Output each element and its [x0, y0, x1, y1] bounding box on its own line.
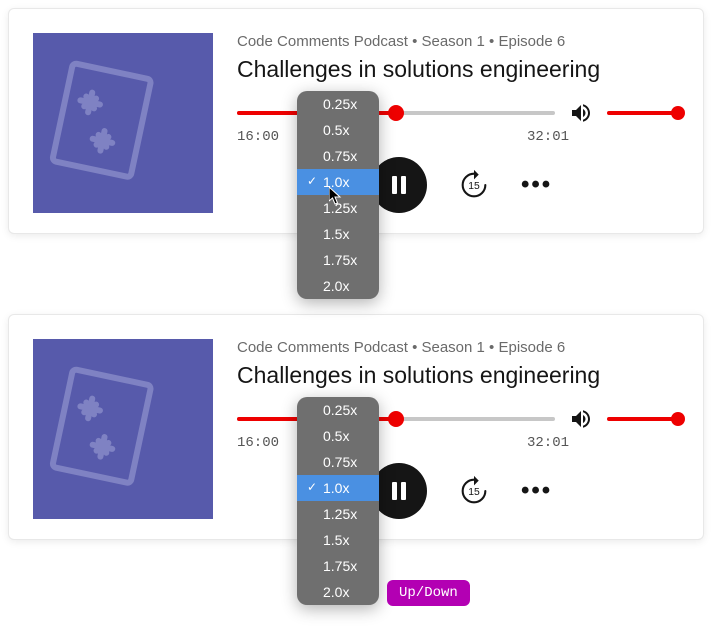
more-options-button[interactable]: •••: [521, 171, 552, 199]
speed-option[interactable]: 1.5x: [297, 221, 379, 247]
speed-option[interactable]: 1.75x: [297, 553, 379, 579]
episode-breadcrumb: Code Comments Podcast • Season 1 • Episo…: [237, 339, 679, 356]
current-time: 16:00: [237, 129, 279, 145]
speed-option[interactable]: 0.25x: [297, 91, 379, 117]
speed-option[interactable]: 0.25x: [297, 397, 379, 423]
duration-time: 32:01: [527, 129, 569, 145]
speed-option[interactable]: 0.75x: [297, 449, 379, 475]
mouse-cursor-icon: [329, 187, 343, 205]
current-time: 16:00: [237, 435, 279, 451]
svg-text:15: 15: [468, 181, 480, 192]
speed-option[interactable]: 0.5x: [297, 423, 379, 449]
speed-option[interactable]: 1.5x: [297, 527, 379, 553]
volume-slider[interactable]: [607, 409, 679, 429]
podcast-player-card: Code Comments Podcast • Season 1 • Episo…: [8, 314, 704, 540]
volume-icon[interactable]: [569, 407, 593, 431]
podcast-player-card: Code Comments Podcast • Season 1 • Episo…: [8, 8, 704, 234]
speed-option[interactable]: 2.0x: [297, 273, 379, 299]
skip-forward-15-button[interactable]: 15: [457, 168, 491, 202]
playback-progress-slider[interactable]: [237, 409, 555, 429]
episode-cover-art: [33, 33, 213, 213]
keyboard-hint-badge: Up/Down: [387, 580, 470, 606]
playback-speed-menu: 0.25x0.5x0.75x1.0x1.25x1.5x1.75x2.0x: [297, 397, 379, 605]
speed-option[interactable]: 2.0x: [297, 579, 379, 605]
pause-button[interactable]: [371, 463, 427, 519]
episode-title: Challenges in solutions engineering: [237, 56, 679, 83]
volume-icon[interactable]: [569, 101, 593, 125]
more-options-button[interactable]: •••: [521, 477, 552, 505]
speed-option[interactable]: 0.5x: [297, 117, 379, 143]
playback-progress-slider[interactable]: [237, 103, 555, 123]
speed-option[interactable]: 1.75x: [297, 247, 379, 273]
duration-time: 32:01: [527, 435, 569, 451]
episode-breadcrumb: Code Comments Podcast • Season 1 • Episo…: [237, 33, 679, 50]
svg-text:15: 15: [468, 487, 480, 498]
speed-option[interactable]: 1.0x: [297, 475, 379, 501]
volume-slider[interactable]: [607, 103, 679, 123]
speed-option[interactable]: 0.75x: [297, 143, 379, 169]
episode-cover-art: [33, 339, 213, 519]
speed-option[interactable]: 1.25x: [297, 501, 379, 527]
pause-button[interactable]: [371, 157, 427, 213]
episode-title: Challenges in solutions engineering: [237, 362, 679, 389]
skip-forward-15-button[interactable]: 15: [457, 474, 491, 508]
